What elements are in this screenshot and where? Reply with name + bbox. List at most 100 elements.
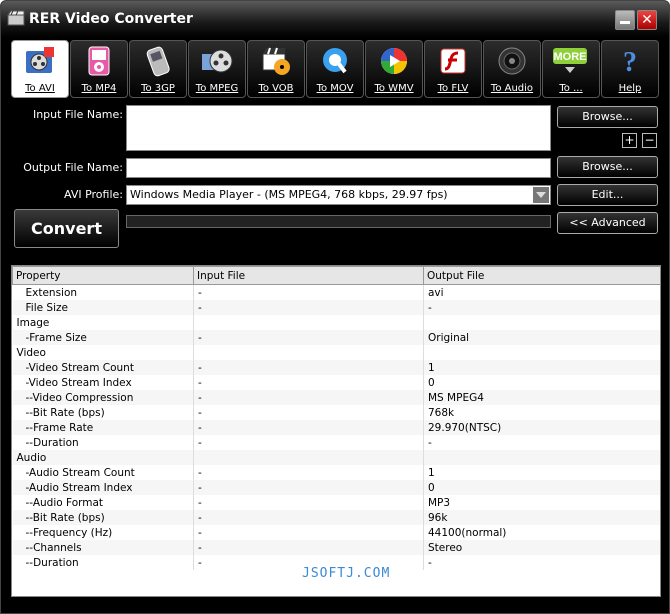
clapperboard-icon [7, 10, 25, 26]
mpeg-film-icon [202, 49, 233, 73]
more-icon: MORE [553, 48, 587, 73]
advanced-button[interactable]: << Advanced [557, 212, 658, 234]
property-cell: -Video Stream Count [12, 360, 194, 375]
output-file-cell: 96k [423, 510, 660, 525]
to-mp4-label: To MP4 [81, 83, 117, 94]
to-3gp-button[interactable]: To 3GP [129, 40, 187, 98]
table-row[interactable]: --Video Compression - MS MPEG4 [12, 390, 660, 405]
table-row[interactable]: -Audio Stream Count -1 [12, 465, 660, 480]
table-row[interactable]: --Audio Format - MP3 [12, 495, 660, 510]
to-audio-label: To Audio [490, 83, 534, 94]
table-row[interactable]: --Bit Rate (bps) -96k [12, 510, 660, 525]
column-header-output-file[interactable]: Output File [423, 266, 660, 285]
avi-profile-select[interactable]: Windows Media Player - (MS MPEG4, 768 kb… [126, 185, 551, 205]
to-mpeg-label: To MPEG [195, 83, 239, 94]
windows-media-icon [381, 48, 407, 74]
property-cell: --Video Compression [12, 390, 194, 405]
speaker-icon [498, 47, 526, 75]
to-avi-label: To AVI [25, 83, 55, 94]
to-wmv-button[interactable]: To WMV [365, 40, 423, 98]
table-row[interactable]: -Frame Size - Original [12, 330, 660, 345]
table-header-row: Property Input File Output File [12, 266, 660, 285]
to-mp4-button[interactable]: To MP4 [70, 40, 128, 98]
to-flv-label: To FLV [437, 83, 469, 94]
output-file-cell: MS MPEG4 [423, 390, 660, 405]
output-file-cell: - [423, 555, 660, 570]
dvd-clapper-icon [262, 47, 290, 75]
remove-file-button[interactable]: − [642, 133, 657, 148]
table-row[interactable]: --Channels - Stereo [12, 540, 660, 555]
minimize-button[interactable] [615, 10, 635, 30]
table-row[interactable]: Video [12, 345, 660, 360]
help-icon: ? [623, 47, 637, 77]
browse-input-button[interactable]: Browse... [557, 106, 658, 128]
table-row[interactable]: -Video Stream Count -1 [12, 360, 660, 375]
output-file-cell [423, 450, 660, 465]
output-file-label: Output File Name: [23, 161, 123, 174]
input-file-cell: - [193, 405, 424, 420]
to-mov-button[interactable]: To MOV [306, 40, 364, 98]
to-vob-button[interactable]: To VOB [247, 40, 305, 98]
output-file-cell: 1 [423, 465, 660, 480]
properties-table: Property Input File Output File Extensio… [12, 266, 660, 570]
property-cell: Extension [12, 284, 194, 300]
to-audio-button[interactable]: To Audio [483, 40, 541, 98]
table-row[interactable]: --Duration - - [12, 435, 660, 450]
output-file-cell: - [423, 435, 660, 450]
output-file-field[interactable] [126, 158, 551, 178]
input-file-cell: - [193, 540, 424, 555]
property-cell: Audio [12, 450, 194, 465]
column-header-input-file[interactable]: Input File [193, 266, 424, 285]
table-row[interactable]: -Video Stream Index -0 [12, 375, 660, 390]
input-file-cell: - [193, 330, 424, 345]
table-row[interactable]: Extension - avi [12, 284, 660, 300]
property-cell: -Video Stream Index [12, 375, 194, 390]
input-file-cell: - [193, 525, 424, 540]
to-mpeg-button[interactable]: To MPEG [188, 40, 246, 98]
property-cell: --Bit Rate (bps) [12, 510, 194, 525]
table-row[interactable]: File Size - - [12, 300, 660, 315]
table-row[interactable]: --Frequency (Hz) -44100(normal) [12, 525, 660, 540]
property-cell: -Audio Stream Index [12, 480, 194, 495]
table-row[interactable]: --Frame Rate -29.970(NTSC) [12, 420, 660, 435]
table-row[interactable]: --Bit Rate (bps) -768k [12, 405, 660, 420]
output-file-cell: 1 [423, 360, 660, 375]
progress-bar [126, 215, 551, 228]
table-row[interactable]: Audio [12, 450, 660, 465]
edit-profile-button[interactable]: Edit... [557, 184, 658, 206]
output-file-cell [423, 345, 660, 360]
properties-grid[interactable]: Property Input File Output File Extensio… [11, 265, 661, 597]
input-file-cell [193, 450, 424, 465]
input-file-cell: - [193, 360, 424, 375]
close-button[interactable]: ✕ [637, 10, 657, 30]
avi-profile-value: Windows Media Player - (MS MPEG4, 768 kb… [130, 188, 448, 201]
avi-profile-label: AVI Profile: [64, 188, 123, 201]
browse-output-button[interactable]: Browse... [557, 156, 658, 178]
property-cell: Image [12, 315, 194, 330]
output-file-cell: avi [423, 284, 660, 300]
to-flv-button[interactable]: To FLV [424, 40, 482, 98]
convert-button[interactable]: Convert [14, 209, 119, 248]
output-file-cell: Original [423, 330, 660, 345]
help-button[interactable]: ? Help [601, 40, 659, 98]
output-file-cell: 0 [423, 480, 660, 495]
input-file-cell [193, 345, 424, 360]
table-row[interactable]: -Audio Stream Index -0 [12, 480, 660, 495]
window-title: RER Video Converter [29, 11, 193, 27]
input-file-cell: - [193, 495, 424, 510]
watermark: JSOFTJ.COM [302, 566, 391, 581]
film-reel-icon [26, 47, 54, 73]
title-bar[interactable]: RER Video Converter ✕ [1, 1, 669, 37]
column-header-property[interactable]: Property [12, 266, 194, 285]
add-file-button[interactable]: + [622, 133, 637, 148]
input-file-field[interactable] [126, 105, 551, 151]
to-avi-button[interactable]: To AVI [11, 40, 69, 98]
to-3gp-label: To 3GP [141, 83, 175, 94]
property-cell: -Frame Size [12, 330, 194, 345]
input-file-cell: - [193, 375, 424, 390]
to-more-button[interactable]: MORE To ... [542, 40, 600, 98]
table-row[interactable]: Image [12, 315, 660, 330]
help-icon-text: ? [623, 47, 637, 77]
chevron-down-icon[interactable] [533, 187, 549, 203]
quicktime-icon [323, 48, 347, 74]
